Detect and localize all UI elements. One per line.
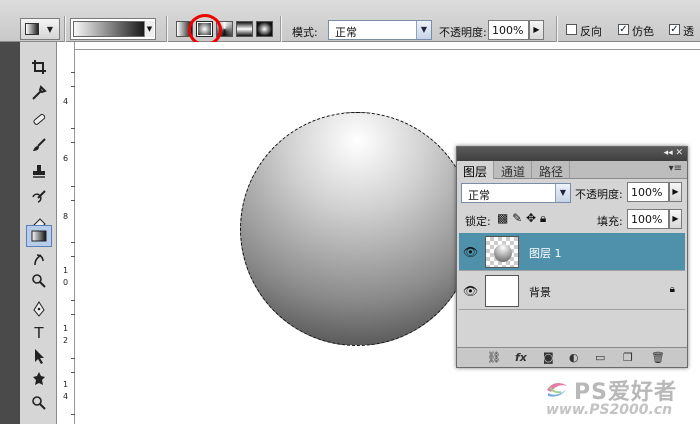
opacity-label: 不透明度: <box>575 188 623 201</box>
panel-titlebar[interactable]: ◂◂ ✕ <box>457 147 687 161</box>
gradient-picker[interactable]: ▼ <box>70 18 156 40</box>
link-icon[interactable]: ⛓ <box>487 351 501 364</box>
panel-footer: ⛓ fx ◙ ◐ ▭ ❐ 🗑︎ <box>457 347 687 367</box>
horizontal-ruler <box>57 42 700 50</box>
adjustment-icon[interactable]: ◐ <box>569 351 579 364</box>
layer-row[interactable]: 👁︎ 背景 🔒︎ <box>459 272 685 310</box>
watermark-logo <box>547 382 567 397</box>
layer-name: 背景 <box>529 286 551 299</box>
healing-brush-tool-icon[interactable] <box>26 108 52 130</box>
eye-icon[interactable]: 👁︎ <box>463 284 478 298</box>
ruler-label: 2 <box>63 336 69 345</box>
mask-icon[interactable]: ◙ <box>543 351 554 364</box>
chevron-down-icon: ▼ <box>555 184 570 202</box>
chevron-right-icon[interactable]: ▶ <box>669 182 682 202</box>
clone-stamp-tool-icon[interactable] <box>26 160 52 182</box>
chevron-down-icon: ▼ <box>416 21 431 39</box>
layer-name: 图层 1 <box>529 247 562 260</box>
opacity-value: 100% <box>492 24 524 37</box>
mode-value: 正常 <box>335 26 357 39</box>
chevron-right-icon[interactable]: ▶ <box>669 209 682 229</box>
pen-tool-icon[interactable] <box>26 298 52 320</box>
layer-opacity-value: 100% <box>631 186 663 199</box>
lock-icons[interactable]: ▩ ✎ ✥ 🔒︎ <box>497 211 546 226</box>
opacity-label: 不透明度: <box>439 26 487 39</box>
ruler-label: 1 <box>63 324 69 333</box>
path-selection-tool-icon[interactable] <box>26 345 52 367</box>
reverse-checkbox[interactable] <box>566 24 577 35</box>
layer-thumbnail <box>485 275 519 307</box>
crop-tool-icon[interactable] <box>26 56 52 78</box>
fill-label: 填充: <box>597 215 623 228</box>
blend-mode-value: 正常 <box>468 189 490 202</box>
fx-icon[interactable]: fx <box>515 351 527 364</box>
panel-tabs: 图层 通道 路径 ▾≡ <box>457 161 687 179</box>
mode-select[interactable]: 正常 ▼ <box>328 20 432 40</box>
dither-label: 仿色 <box>632 25 654 38</box>
divider <box>166 16 168 42</box>
mode-label: 模式: <box>292 26 318 39</box>
collapse-icon[interactable]: ◂◂ ✕ <box>664 148 683 158</box>
ruler-label: 8 <box>63 212 69 221</box>
dodge-tool-icon[interactable] <box>26 270 52 292</box>
ruler-label: 4 <box>63 392 69 401</box>
diamond-gradient-icon[interactable] <box>256 21 273 37</box>
eye-icon[interactable]: 👁︎ <box>463 245 478 259</box>
divider <box>556 16 558 42</box>
ruler-label: 1 <box>63 380 69 389</box>
tab-layers[interactable]: 图层 <box>457 161 495 179</box>
ruler-label: 0 <box>63 278 69 287</box>
layer-thumbnail <box>485 236 519 268</box>
tool-preset-picker[interactable]: ▼ <box>20 18 60 40</box>
tab-channels[interactable]: 通道 <box>495 161 533 179</box>
new-layer-icon[interactable]: ❐ <box>623 351 633 364</box>
zoom-tool-icon[interactable] <box>26 392 52 414</box>
layers-panel: ◂◂ ✕ 图层 通道 路径 ▾≡ 正常 ▼ 不透明度: 100% ▶ 锁定: ▩… <box>456 146 688 368</box>
opacity-input[interactable]: 100% ▶ <box>488 20 544 40</box>
gradient-tool-icon[interactable] <box>26 225 52 247</box>
blend-mode-select[interactable]: 正常 ▼ <box>461 183 571 203</box>
divider <box>280 16 282 42</box>
lock-label: 锁定: <box>465 215 491 228</box>
trash-icon[interactable]: 🗑︎ <box>651 351 665 364</box>
smudge-tool-icon[interactable] <box>26 248 52 270</box>
toolbox: T <box>20 42 57 424</box>
eyedropper-tool-icon[interactable] <box>26 82 52 104</box>
dither-checkbox[interactable]: ✓ <box>618 24 629 35</box>
chevron-down-icon: ▼ <box>46 25 53 34</box>
gradient-tool-icon <box>25 23 39 35</box>
type-tool-icon[interactable]: T <box>26 322 52 344</box>
lock-icon: 🔒︎ <box>669 284 675 295</box>
reflected-gradient-icon[interactable] <box>236 21 253 37</box>
gradient-preview <box>73 21 145 37</box>
ruler-label: 1 <box>63 266 69 275</box>
divider <box>64 16 66 42</box>
fill-value: 100% <box>631 213 663 226</box>
options-bar: ▼ ▼ 模式: 正常 ▼ 不透明度: 100% ▶ 反向 ✓ 仿色 ✓ 透 <box>0 0 700 46</box>
chevron-right-icon[interactable]: ▶ <box>529 20 544 40</box>
transparency-checkbox[interactable]: ✓ <box>669 24 680 35</box>
ruler-label: 4 <box>63 97 69 106</box>
tab-paths[interactable]: 路径 <box>533 161 571 179</box>
panel-menu-icon[interactable]: ▾≡ <box>669 163 682 174</box>
vertical-ruler: 4 6 8 1 0 1 2 1 4 <box>57 42 75 424</box>
group-icon[interactable]: ▭ <box>595 351 605 364</box>
gradient-sphere-selection[interactable] <box>240 112 474 346</box>
reverse-label: 反向 <box>580 25 602 38</box>
ruler-label: 6 <box>63 154 69 163</box>
fill-input[interactable]: 100% ▶ <box>627 209 682 229</box>
watermark-url: www.PS2000.cn <box>546 402 673 418</box>
history-brush-tool-icon[interactable] <box>26 186 52 208</box>
watermark: PS爱好者 www.PS2000.cn <box>540 372 700 424</box>
custom-shape-tool-icon[interactable] <box>26 368 52 390</box>
chevron-down-icon[interactable]: ▼ <box>144 21 154 37</box>
layer-row[interactable]: 👁︎ 图层 1 <box>459 233 685 271</box>
brush-tool-icon[interactable] <box>26 134 52 156</box>
layer-opacity-input[interactable]: 100% ▶ <box>627 182 682 202</box>
transparency-label: 透 <box>683 25 694 38</box>
